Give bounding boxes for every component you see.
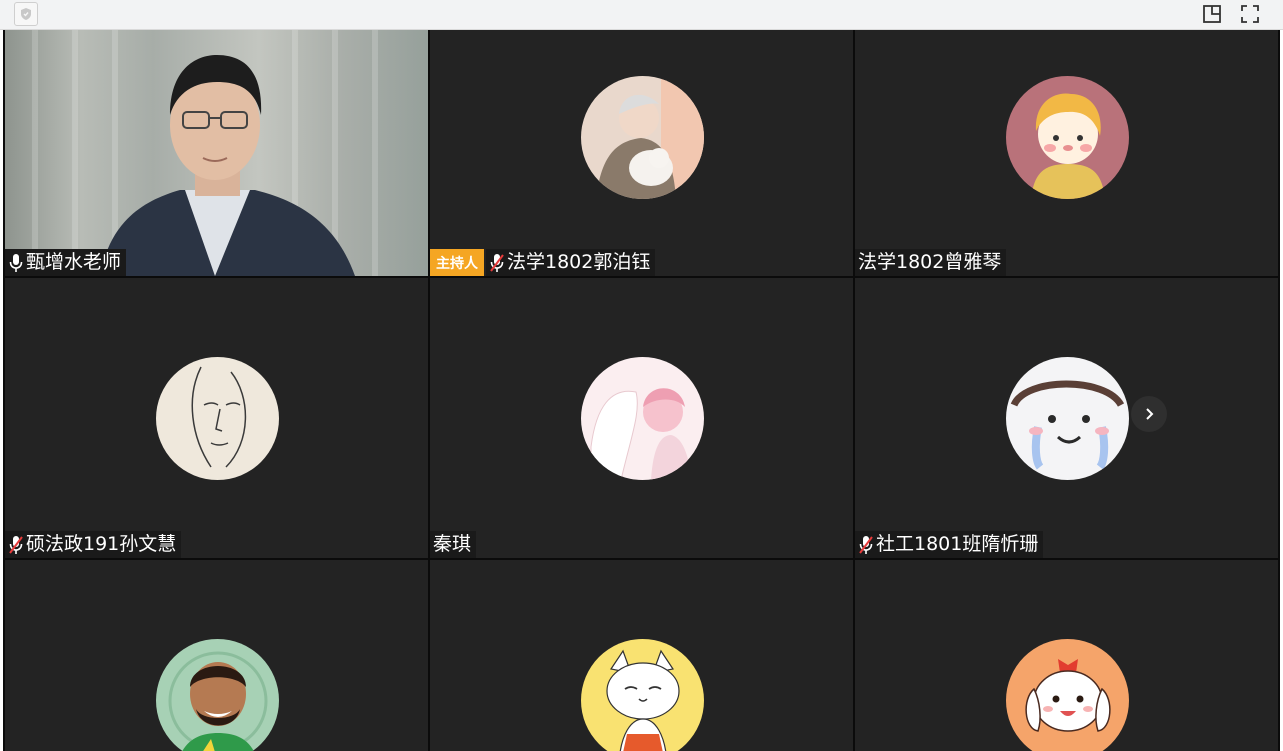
participant-tile[interactable]: 秦琪 — [430, 278, 853, 558]
participant-name: 秦琪 — [433, 533, 472, 555]
participant-avatar — [155, 357, 279, 480]
participant-tile[interactable]: 硕法政191孙文慧 — [5, 278, 428, 558]
participant-label: 社工1801班隋忻珊 — [855, 531, 1044, 558]
participant-video — [5, 30, 428, 276]
participant-tile[interactable] — [5, 560, 428, 751]
participant-tile[interactable]: 主持人 法学1802郭泊钰 — [430, 30, 853, 276]
participant-avatar — [580, 639, 704, 751]
participant-avatar — [155, 639, 279, 751]
chevron-right-icon — [1146, 408, 1154, 420]
participant-avatar — [1005, 357, 1129, 480]
participant-avatar — [580, 76, 704, 199]
participant-tile[interactable]: 法学1802曾雅琴 — [855, 30, 1278, 276]
participant-label: 法学1802曾雅琴 — [855, 249, 1007, 276]
participant-name: 社工1801班隋忻珊 — [876, 533, 1039, 555]
participant-name: 法学1802曾雅琴 — [858, 251, 1002, 273]
participant-avatar — [1005, 76, 1129, 199]
participant-label: 秦琪 — [430, 531, 477, 558]
host-badge: 主持人 — [430, 249, 484, 276]
participant-tile[interactable] — [430, 560, 853, 751]
microphone-muted-icon — [859, 535, 873, 554]
participant-avatar — [580, 357, 704, 480]
microphone-muted-icon — [9, 535, 23, 554]
participant-tile[interactable]: 甄增水老师 — [5, 30, 428, 276]
participant-name: 硕法政191孙文慧 — [26, 533, 177, 555]
participant-label: 硕法政191孙文慧 — [5, 531, 182, 558]
participant-name: 甄增水老师 — [26, 251, 122, 273]
participant-label: 主持人 法学1802郭泊钰 — [430, 249, 656, 276]
participant-name: 法学1802郭泊钰 — [507, 251, 651, 273]
top-toolbar — [0, 0, 1283, 30]
fullscreen-icon[interactable] — [1238, 2, 1262, 26]
participant-tile[interactable]: 社工1801班隋忻珊 — [855, 278, 1278, 558]
microphone-icon — [9, 253, 23, 272]
participant-tile[interactable] — [855, 560, 1278, 751]
next-page-button[interactable] — [1131, 396, 1167, 432]
layout-icon[interactable] — [1200, 2, 1224, 26]
participant-avatar — [1005, 639, 1129, 751]
microphone-muted-icon — [490, 253, 504, 272]
shield-icon[interactable] — [14, 2, 38, 26]
video-grid: 甄增水老师 主持人 法学1802郭泊钰 法学1802曾雅琴 硕法政191孙文慧 … — [3, 30, 1280, 751]
participant-label: 甄增水老师 — [5, 249, 127, 276]
